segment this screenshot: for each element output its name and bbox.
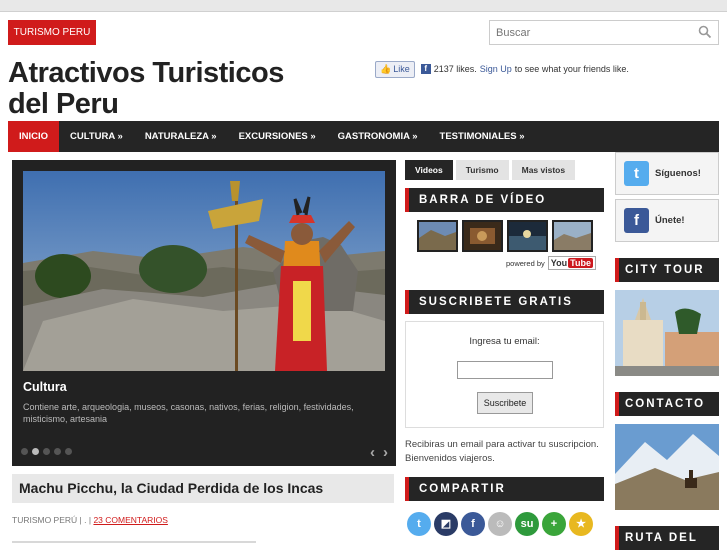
slide-image[interactable] bbox=[23, 171, 385, 371]
youtube-attribution: powered by You Tube bbox=[506, 256, 596, 270]
tab-turismo[interactable]: Turismo bbox=[455, 160, 509, 180]
slide-caption-text: Contiene arte, arqueologia, museos, caso… bbox=[23, 402, 354, 424]
twitter-bird-icon: t bbox=[624, 161, 649, 186]
slider-dot[interactable] bbox=[65, 448, 72, 455]
video-thumbnail[interactable] bbox=[417, 220, 458, 252]
youtube-logo-tube: Tube bbox=[568, 258, 593, 268]
facebook-like-button[interactable]: 👍 Like bbox=[375, 60, 415, 78]
nav-item-excursiones[interactable]: EXCURSIONES » bbox=[228, 121, 327, 152]
slider-arrows: ‹ › bbox=[370, 444, 388, 461]
slider-dot[interactable] bbox=[43, 448, 50, 455]
facebook-icon[interactable]: f bbox=[461, 512, 485, 536]
youtube-logo-you: You bbox=[550, 258, 568, 268]
subscribe-note: Recibiras un email para activar tu suscr… bbox=[405, 439, 599, 464]
search-input[interactable] bbox=[490, 21, 690, 44]
twitter-follow-box[interactable]: t Síguenos! bbox=[615, 152, 719, 195]
digg-icon[interactable]: ☺ bbox=[488, 512, 512, 536]
delicious-icon[interactable]: ◩ bbox=[434, 512, 458, 536]
video-thumbnail[interactable] bbox=[507, 220, 548, 252]
ruta-del-heading: RUTA DEL bbox=[615, 526, 719, 550]
post-meta-separator: | . | bbox=[79, 515, 92, 525]
nav-item-cultura[interactable]: CULTURA » bbox=[59, 121, 134, 152]
post-category[interactable]: TURISMO PERÚ bbox=[12, 515, 77, 525]
post-comments-link[interactable]: 23 COMENTARIOS bbox=[93, 515, 167, 525]
email-field[interactable] bbox=[457, 361, 553, 379]
twitter-icon[interactable]: t bbox=[407, 512, 431, 536]
video-bar-heading: BARRA DE VÍDEO bbox=[405, 188, 604, 212]
widget-tabs: Videos Turismo Mas vistos bbox=[405, 160, 576, 180]
signup-link[interactable]: Sign Up bbox=[480, 64, 512, 74]
site-title[interactable]: Atractivos Turisticos del Peru bbox=[8, 58, 348, 120]
slider-dot[interactable] bbox=[54, 448, 61, 455]
chevron-right-icon[interactable]: › bbox=[383, 444, 388, 461]
site-title-line-1: Atractivos Turisticos bbox=[8, 57, 284, 89]
subscribe-heading: SUSCRIBETE GRATIS bbox=[405, 290, 604, 314]
nav-item-gastronomia[interactable]: GASTRONOMIA » bbox=[327, 121, 429, 152]
search-icon[interactable] bbox=[698, 25, 712, 39]
facebook-join-label: Únete! bbox=[655, 215, 685, 226]
twitter-follow-label: Síguenos! bbox=[655, 168, 701, 179]
contacto-heading: CONTACTO bbox=[615, 392, 719, 416]
tab-videos[interactable]: Videos bbox=[405, 160, 453, 180]
post-title[interactable]: Machu Picchu, la Ciudad Perdida de los I… bbox=[12, 474, 394, 503]
stumbleupon-icon[interactable]: su bbox=[515, 512, 539, 536]
youtube-logo[interactable]: You Tube bbox=[547, 256, 596, 270]
tab-mas-vistos[interactable]: Mas vistos bbox=[511, 160, 576, 180]
video-thumbnail[interactable] bbox=[552, 220, 593, 252]
like-label: Like bbox=[393, 64, 410, 74]
star-icon[interactable]: ★ bbox=[569, 512, 593, 536]
search-box[interactable] bbox=[489, 20, 719, 45]
city-tour-heading: CITY TOUR bbox=[615, 258, 719, 282]
subscribe-form: Ingresa tu email: Suscribete bbox=[405, 321, 604, 428]
facebook-icon: f bbox=[420, 64, 431, 74]
slider-pagination bbox=[21, 448, 72, 455]
city-tour-image[interactable] bbox=[615, 290, 719, 376]
video-thumbnails bbox=[417, 220, 593, 252]
facebook-like-widget: 👍 Like f 2137 likes. Sign Up to see what… bbox=[375, 59, 629, 79]
email-label: Ingresa tu email: bbox=[469, 336, 540, 347]
signup-suffix: to see what your friends like. bbox=[514, 64, 629, 74]
featured-slider: Cultura Contiene arte, arqueologia, muse… bbox=[12, 160, 396, 466]
site-title-line-2: del Peru bbox=[8, 88, 119, 120]
main-navigation: INICIO CULTURA » NATURALEZA » EXCURSIONE… bbox=[8, 121, 719, 152]
add-icon[interactable]: + bbox=[542, 512, 566, 536]
powered-by-label: powered by bbox=[506, 258, 545, 268]
share-icons: t ◩ f ☺ su + ★ bbox=[407, 512, 593, 536]
top-category-button[interactable]: TURISMO PERU bbox=[8, 20, 96, 45]
post-meta: TURISMO PERÚ | . | 23 COMENTARIOS bbox=[12, 515, 168, 525]
contacto-image[interactable] bbox=[615, 424, 719, 510]
thumbs-up-icon: 👍 bbox=[380, 63, 392, 74]
slider-dot[interactable] bbox=[21, 448, 28, 455]
share-heading: COMPARTIR bbox=[405, 477, 604, 501]
nav-item-inicio[interactable]: INICIO bbox=[8, 121, 60, 152]
divider bbox=[12, 541, 256, 543]
facebook-join-box[interactable]: f Únete! bbox=[615, 199, 719, 242]
facebook-icon: f bbox=[624, 208, 649, 233]
nav-item-naturaleza[interactable]: NATURALEZA » bbox=[134, 121, 228, 152]
likes-count: 2137 likes. bbox=[433, 64, 477, 74]
video-thumbnail[interactable] bbox=[462, 220, 503, 252]
chevron-left-icon[interactable]: ‹ bbox=[370, 444, 375, 461]
slider-dot-active[interactable] bbox=[32, 448, 39, 455]
slide-caption-title[interactable]: Cultura bbox=[23, 380, 67, 394]
top-strip bbox=[0, 0, 727, 12]
subscribe-button[interactable]: Suscribete bbox=[477, 392, 533, 414]
nav-item-testimoniales[interactable]: TESTIMONIALES » bbox=[429, 121, 536, 152]
